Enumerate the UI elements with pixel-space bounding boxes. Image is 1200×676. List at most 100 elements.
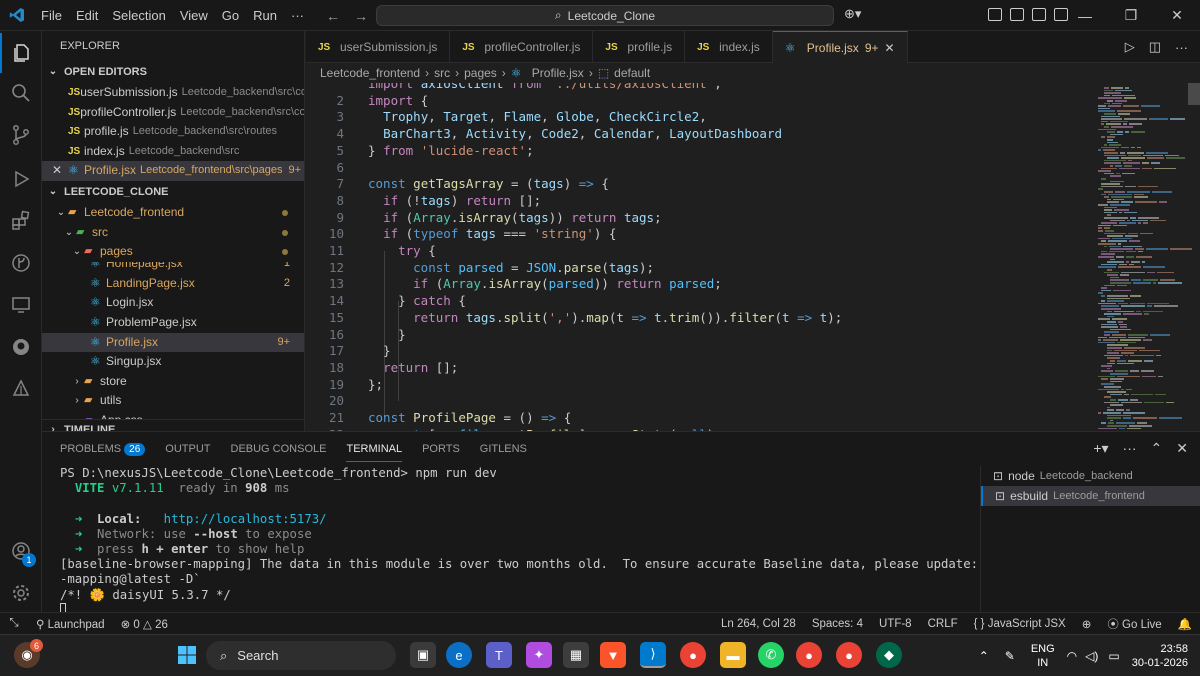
problems-status[interactable]: ⊗ 0 △ 26 [113, 617, 176, 631]
file-explorer-icon[interactable]: ▬ [720, 642, 746, 668]
gitlens-icon[interactable] [0, 243, 42, 283]
taskbar-search[interactable]: ⌕ Search [206, 641, 396, 670]
back-arrow-icon[interactable]: ← [326, 8, 340, 24]
store-icon[interactable]: ▦ [563, 642, 589, 668]
chrome-icon[interactable]: ● [680, 642, 706, 668]
open-editors-header[interactable]: ⌄ OPEN EDITORS [42, 61, 304, 83]
timeline-header[interactable]: › TIMELINE [42, 418, 304, 431]
menu-selection[interactable]: Selection [105, 0, 172, 31]
tab-debug-console[interactable]: DEBUG CONSOLE [231, 443, 327, 455]
toggle-primary-sidebar-icon[interactable] [1010, 8, 1024, 21]
more-icon[interactable]: ··· [1123, 440, 1137, 457]
volume-icon[interactable]: ◁) [1081, 649, 1102, 663]
github-icon[interactable] [0, 327, 42, 367]
tab-profile-js[interactable]: JS profile.js [593, 31, 686, 63]
tab-usersubmission[interactable]: JS userSubmission.js [306, 31, 451, 63]
end-of-line[interactable]: CRLF [920, 618, 966, 630]
clock[interactable]: 23:58 30-01-2026 [1126, 642, 1200, 670]
tab-problems[interactable]: PROBLEMS 26 [60, 442, 146, 456]
tab-index-js[interactable]: JS index.js [685, 31, 773, 63]
deploy-icon[interactable] [0, 369, 42, 409]
close-panel-icon[interactable]: ✕ [1176, 440, 1188, 457]
account-icon[interactable]: 1 [0, 531, 42, 571]
source-control-icon[interactable] [0, 115, 42, 155]
tab-gitlens[interactable]: GITLENS [480, 443, 527, 455]
minimap-slider[interactable] [1188, 83, 1200, 105]
encoding[interactable]: UTF-8 [871, 618, 920, 630]
search-icon[interactable] [0, 73, 42, 113]
forward-arrow-icon[interactable]: → [354, 8, 368, 24]
windows-start-icon[interactable] [174, 642, 200, 668]
file-item[interactable]: ⚛ Login.jsx [42, 293, 304, 313]
folder-item[interactable]: ⌄ ▰ pages [42, 242, 304, 262]
tab-output[interactable]: OUTPUT [165, 443, 210, 455]
tab-profile-jsx[interactable]: ⚛ Profile.jsx 9+ ✕ [772, 31, 908, 63]
pen-icon[interactable]: ✎ [997, 649, 1023, 663]
battery-icon[interactable]: ▭ [1102, 649, 1125, 663]
terminal-instance-active[interactable]: ⊡ esbuild Leetcode_frontend [981, 486, 1200, 506]
project-header[interactable]: ⌄ LEETCODE_CLONE [42, 181, 304, 203]
restore-icon[interactable]: ❐ [1108, 0, 1154, 31]
minimize-icon[interactable]: — [1062, 0, 1108, 31]
maximize-panel-icon[interactable]: ⌃ [1151, 440, 1163, 457]
file-item[interactable]: ⚛ LandingPage.jsx 2 [42, 274, 304, 294]
copilot-icon[interactable]: ⊕▾ [844, 6, 861, 22]
edge-icon[interactable]: e [446, 642, 472, 668]
language-indicator[interactable]: ENG IN [1023, 642, 1063, 670]
go-live-button[interactable]: ⦿ Go Live [1099, 616, 1169, 632]
file-item-active[interactable]: ⚛ Profile.jsx 9+ [42, 332, 304, 353]
menu-file[interactable]: File [34, 0, 69, 31]
terminal-output[interactable]: PS D:\nexusJS\Leetcode_Clone\Leetcode_fr… [60, 466, 980, 616]
copilot-status-icon[interactable]: ⊕ [1074, 617, 1100, 631]
open-editor-item[interactable]: JS profileController.js Leetcode_backend\s… [42, 103, 304, 123]
menu-view[interactable]: View [173, 0, 215, 31]
indentation[interactable]: Spaces: 4 [804, 618, 871, 630]
launchpad-button[interactable]: ⚲ Launchpad [28, 617, 113, 631]
open-editor-item[interactable]: JS index.js Leetcode_backend\src [42, 142, 304, 162]
command-center-search[interactable]: ⌕ Leetcode_Clone [376, 5, 834, 26]
explorer-icon[interactable] [0, 33, 42, 73]
folder-item[interactable]: ⌄ ▰ src [42, 223, 304, 243]
breadcrumb-item[interactable]: Leetcode_frontend [320, 66, 420, 80]
brave-icon[interactable]: ▼ [600, 642, 626, 668]
teams-icon[interactable]: T [486, 642, 512, 668]
open-editor-item[interactable]: JS profile.js Leetcode_backend\src\routes [42, 122, 304, 142]
toggle-panel-icon[interactable] [1032, 8, 1046, 21]
notifications-bell-icon[interactable]: 🔔 [1170, 617, 1200, 631]
close-icon[interactable]: ✕ [1154, 0, 1200, 31]
minimap[interactable] [1088, 83, 1200, 431]
code-editor[interactable]: import axiosClient from '../utils/axiosC… [306, 83, 1088, 431]
remote-explorer-icon[interactable] [0, 285, 42, 325]
tab-profilecontroller[interactable]: JS profileController.js [450, 31, 594, 63]
folder-item[interactable]: › ▰ utils [42, 391, 304, 411]
open-editor-item[interactable]: JS userSubmission.js Leetcode_backend\src\… [42, 83, 304, 103]
vscode-taskbar-icon[interactable]: ⟩ [640, 642, 666, 668]
language-mode[interactable]: { } JavaScript JSX [966, 618, 1074, 630]
run-icon[interactable]: ▷ [1125, 39, 1135, 55]
chrome-profile-2-icon[interactable]: ● [836, 642, 862, 668]
customize-layout-icon[interactable] [988, 8, 1002, 21]
cursor-position[interactable]: Ln 264, Col 28 [713, 618, 804, 630]
menu-run[interactable]: Run [246, 0, 284, 31]
tab-terminal[interactable]: TERMINAL [346, 443, 403, 462]
settings-gear-icon[interactable] [0, 573, 42, 613]
copilot-app-icon[interactable]: ✦ [526, 642, 552, 668]
menu-go[interactable]: Go [215, 0, 246, 31]
breadcrumb-item[interactable]: pages [464, 66, 497, 80]
tab-ports[interactable]: PORTS [422, 443, 460, 455]
mongodb-icon[interactable]: ◆ [876, 642, 902, 668]
chrome-profile-icon[interactable]: ● [796, 642, 822, 668]
file-item-clipped[interactable]: ⚛ Homepage.jsx 1 [42, 262, 304, 274]
run-debug-icon[interactable] [0, 159, 42, 199]
terminal-instance[interactable]: ⊡ node Leetcode_backend [981, 466, 1200, 486]
breadcrumb-item[interactable]: Profile.jsx [532, 66, 584, 80]
chevron-up-icon[interactable]: ⌃ [971, 649, 997, 663]
remote-indicator-icon[interactable]: ⤡ [0, 612, 28, 635]
file-item[interactable]: ⚛ ProblemPage.jsx [42, 313, 304, 333]
wifi-icon[interactable]: ◠ [1063, 649, 1081, 663]
menu-more[interactable]: ··· [284, 0, 311, 31]
breadcrumb-item[interactable]: default [614, 66, 650, 80]
folder-item[interactable]: ⌄ ▰ Leetcode_frontend [42, 203, 304, 223]
more-actions-icon[interactable]: ··· [1175, 40, 1188, 55]
close-tab-icon[interactable]: ✕ [885, 41, 895, 55]
